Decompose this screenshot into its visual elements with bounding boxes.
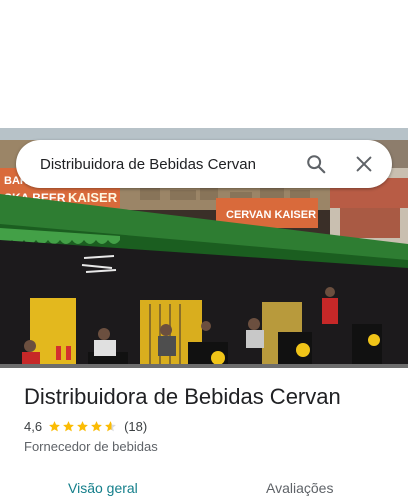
place-category[interactable]: Fornecedor de bebidas <box>24 439 396 454</box>
place-title: Distribuidora de Bebidas Cervan <box>24 384 341 409</box>
rating-row[interactable]: 4,6 (18) <box>24 417 396 435</box>
map-area-blank <box>0 0 408 128</box>
sign-mid-text: KAISER <box>68 190 118 205</box>
tab-reviews[interactable]: Avaliações <box>266 480 333 496</box>
sign-right-text: CERVAN KAISER <box>226 209 316 221</box>
place-tabs: Visão geral Avaliações <box>0 472 408 496</box>
star-icon <box>63 420 74 431</box>
search-input[interactable]: Distribuidora de Bebidas Cervan <box>16 156 292 173</box>
star-icon <box>91 420 102 431</box>
star-icon <box>77 420 88 431</box>
search-icon <box>307 155 326 174</box>
search-bar[interactable]: Distribuidora de Bebidas Cervan <box>16 140 392 188</box>
star-icon <box>105 420 116 431</box>
close-button[interactable] <box>340 140 388 188</box>
rating-value: 4,6 <box>24 418 43 434</box>
rating-stars <box>48 420 118 433</box>
search-button[interactable] <box>292 140 340 188</box>
star-icon <box>49 420 60 431</box>
review-count[interactable]: (18) <box>124 419 147 434</box>
close-icon <box>356 156 372 172</box>
place-info: Distribuidora de Bebidas Cervan 4,6 (18)… <box>24 382 396 454</box>
tab-overview[interactable]: Visão geral <box>68 480 138 496</box>
